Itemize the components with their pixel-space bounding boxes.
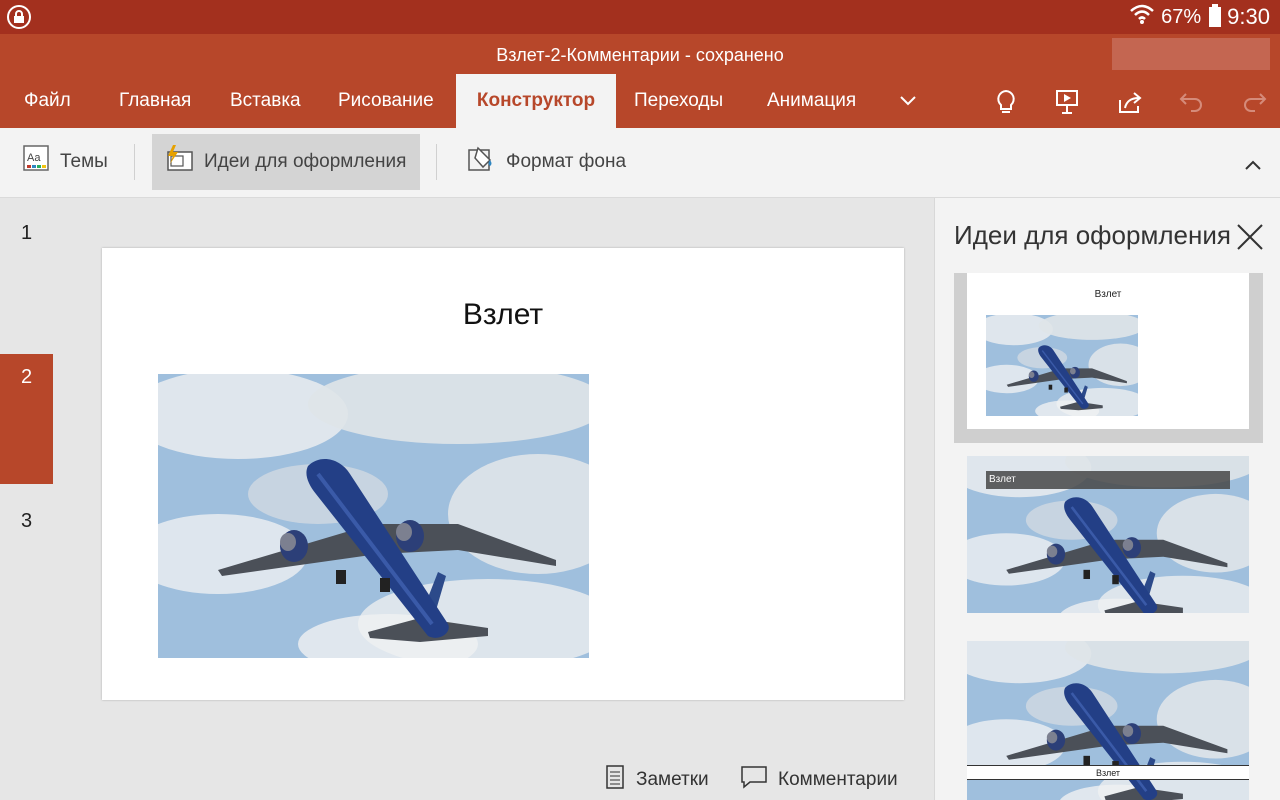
status-bar: 67% 9:30 bbox=[0, 0, 1280, 34]
chevron-down-icon[interactable] bbox=[898, 88, 918, 119]
lightbulb-icon[interactable] bbox=[992, 88, 1020, 116]
lock-icon bbox=[7, 5, 31, 29]
design-idea-2[interactable]: Взлет bbox=[967, 456, 1249, 613]
clock: 9:30 bbox=[1227, 4, 1270, 29]
tab-design[interactable]: Конструктор bbox=[456, 74, 616, 128]
themes-button[interactable]: Aa Темы bbox=[10, 134, 120, 190]
pane-title: Идеи для оформления bbox=[954, 220, 1231, 250]
format-background-button[interactable]: Формат фона bbox=[454, 134, 638, 190]
comment-icon bbox=[740, 764, 768, 796]
present-icon[interactable] bbox=[1053, 88, 1081, 116]
battery-icon bbox=[1209, 4, 1222, 27]
thumbnail-slide-1[interactable]: 1 bbox=[0, 198, 53, 328]
notes-button[interactable]: Заметки bbox=[604, 764, 709, 796]
slide-title[interactable]: Взлет bbox=[102, 298, 904, 332]
notes-label: Заметки bbox=[636, 769, 709, 790]
slide-canvas[interactable]: Взлет bbox=[102, 248, 904, 700]
design-ideas-pane: Идеи для оформления Взлет Взлет Взлет bbox=[934, 198, 1280, 800]
title-bar: Взлет-2-Комментарии - сохранено Файл Гла… bbox=[0, 34, 1280, 128]
idea-photo bbox=[986, 315, 1138, 416]
thumbnail-slide-3[interactable]: 3 bbox=[0, 498, 53, 628]
comments-label: Комментарии bbox=[778, 769, 898, 790]
tab-insert[interactable]: Вставка bbox=[230, 74, 301, 128]
idea-title: Взлет bbox=[1094, 289, 1122, 300]
format-background-label: Формат фона bbox=[506, 151, 627, 172]
tab-transitions[interactable]: Переходы bbox=[634, 74, 723, 128]
svg-text:Aa: Aa bbox=[27, 152, 41, 164]
tab-animations[interactable]: Анимация bbox=[767, 74, 856, 128]
design-idea-1[interactable]: Взлет bbox=[967, 273, 1249, 429]
design-idea-3[interactable]: Взлет bbox=[967, 641, 1249, 800]
toolbar-divider bbox=[134, 144, 135, 180]
themes-icon: Aa bbox=[22, 144, 50, 180]
toolbar-divider bbox=[436, 144, 437, 180]
battery-percent: 67% bbox=[1161, 5, 1202, 28]
account-area[interactable] bbox=[1112, 38, 1270, 70]
collapse-ribbon-icon[interactable] bbox=[1244, 158, 1262, 176]
themes-label: Темы bbox=[60, 151, 108, 172]
notes-icon bbox=[604, 764, 626, 796]
idea-title: Взлет bbox=[986, 471, 1230, 489]
wifi-icon bbox=[1129, 3, 1155, 31]
design-toolbar: Aa Темы Идеи для оформления Формат фона bbox=[0, 128, 1280, 198]
design-ideas-label: Идеи для оформления bbox=[204, 151, 407, 172]
slide-thumbnails: 1 2 3 bbox=[0, 198, 53, 800]
design-ideas-icon bbox=[164, 144, 194, 180]
comments-button[interactable]: Комментарии bbox=[740, 764, 898, 796]
close-icon[interactable] bbox=[1235, 222, 1265, 257]
redo-icon[interactable] bbox=[1240, 88, 1268, 116]
design-ideas-button[interactable]: Идеи для оформления bbox=[152, 134, 420, 190]
idea-title: Взлет bbox=[967, 765, 1249, 780]
tab-draw[interactable]: Рисование bbox=[338, 74, 434, 128]
undo-icon[interactable] bbox=[1178, 88, 1206, 116]
format-background-icon bbox=[466, 144, 496, 180]
document-title: Взлет-2-Комментарии - сохранено bbox=[496, 45, 784, 65]
airplane-photo[interactable] bbox=[158, 374, 589, 658]
tab-file[interactable]: Файл bbox=[24, 74, 71, 128]
share-icon[interactable] bbox=[1116, 88, 1144, 116]
thumbnail-slide-2[interactable]: 2 bbox=[0, 354, 53, 484]
tab-home[interactable]: Главная bbox=[119, 74, 191, 128]
